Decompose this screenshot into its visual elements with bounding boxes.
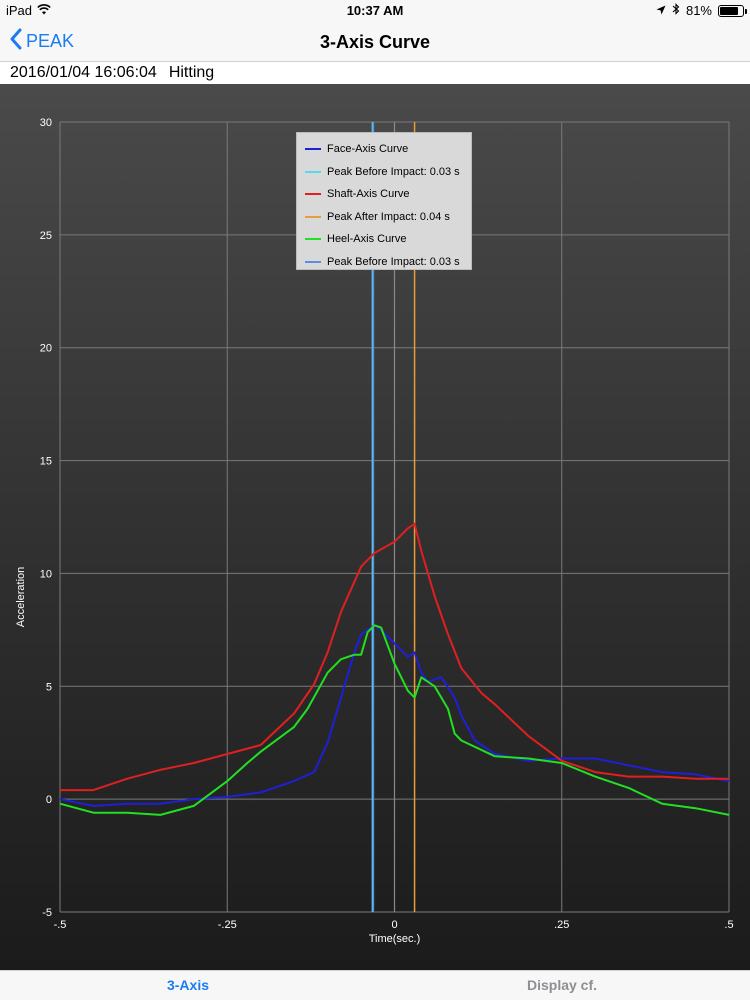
x-tick-label-3: .25 <box>554 919 569 931</box>
status-right: 81% <box>656 3 747 18</box>
y-tick-label-7: 30 <box>40 117 52 129</box>
battery-tip <box>745 8 747 14</box>
legend-swatch-5 <box>305 260 321 263</box>
chart-legend: Face-Axis Curve Peak Before Impact: 0.03 … <box>296 132 472 270</box>
legend-label-1: Peak Before Impact: 0.03 s <box>327 165 460 178</box>
legend-item-3: Peak After Impact: 0.04 s <box>305 206 463 229</box>
page-title: 3-Axis Curve <box>319 32 431 52</box>
record-mode: Hitting <box>168 64 215 81</box>
x-tick-label-1: -.25 <box>218 919 237 931</box>
legend-item-1: Peak Before Impact: 0.03 s <box>305 161 463 184</box>
tab-3-axis[interactable]: 3-Axis <box>88 977 288 993</box>
battery-fill <box>720 6 738 15</box>
y-tick-label-1: 0 <box>46 794 52 806</box>
y-tick-label-3: 10 <box>40 568 52 580</box>
legend-label-4: Heel-Axis Curve <box>327 233 407 246</box>
legend-swatch-2 <box>305 193 321 196</box>
tab-display-cf[interactable]: Display cf. <box>462 977 662 993</box>
legend-swatch-0 <box>305 148 321 151</box>
x-tick-label-0: -.5 <box>54 919 67 931</box>
legend-label-5: Peak Before Impact: 0.03 s <box>327 255 460 268</box>
battery-icon <box>718 4 747 17</box>
record-datetime: 2016/01/04 16:06:04 <box>10 64 157 81</box>
legend-label-3: Peak After Impact: 0.04 s <box>327 210 450 223</box>
y-tick-label-0: -5 <box>42 907 52 919</box>
status-time: 10:37 AM <box>346 3 404 18</box>
chart-area: -5 0 5 10 15 20 25 30 -.5 -.25 0 .25 .5 Time(sec.) Acc… <box>0 84 750 970</box>
status-bar: iPad 10:37 AM 81% <box>0 0 750 22</box>
y-tick-label-2: 5 <box>46 681 52 693</box>
legend-swatch-3 <box>305 215 321 218</box>
location-arrow-icon <box>656 3 666 18</box>
legend-item-2: Shaft-Axis Curve <box>305 183 463 206</box>
legend-item-0: Face-Axis Curve <box>305 138 463 161</box>
legend-swatch-1 <box>305 170 321 173</box>
y-tick-label-5: 20 <box>40 343 52 355</box>
y-axis-label: Acceleration <box>15 567 27 628</box>
x-tick-label-4: .5 <box>724 919 733 931</box>
x-axis-label: Time(sec.) <box>369 933 421 945</box>
legend-item-5: Peak Before Impact: 0.03 s <box>305 251 463 274</box>
y-tick-label-4: 15 <box>40 456 52 468</box>
x-tick-label-2: 0 <box>391 919 397 931</box>
info-row: 2016/01/04 16:06:04 Hitting <box>0 62 750 84</box>
y-tick-label-6: 25 <box>40 230 52 242</box>
tab-bar: 3-Axis Display cf. <box>0 970 750 1000</box>
legend-swatch-4 <box>305 238 321 241</box>
legend-label-2: Shaft-Axis Curve <box>327 188 410 201</box>
nav-bar: PEAK 3-Axis Curve <box>0 22 750 62</box>
legend-label-0: Face-Axis Curve <box>327 143 409 156</box>
legend-item-4: Heel-Axis Curve <box>305 228 463 251</box>
battery-percent: 81% <box>685 3 712 18</box>
bluetooth-icon <box>672 3 680 18</box>
